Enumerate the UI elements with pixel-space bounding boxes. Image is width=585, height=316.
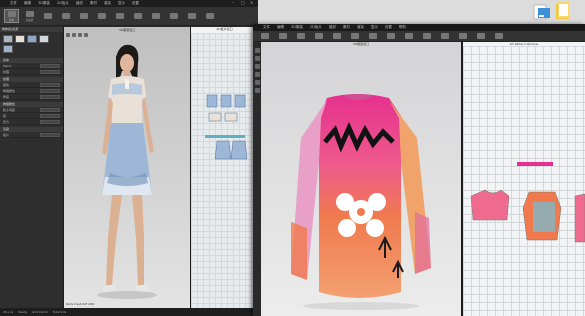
- property-field[interactable]: [40, 113, 60, 118]
- status-text: Total 0.0s: [52, 310, 67, 314]
- property-row: 板片: [0, 132, 63, 138]
- 3d-garment-viewport[interactable]: 3D服装窗口: [64, 27, 190, 308]
- left-tool-strip: [253, 42, 261, 316]
- menu-item[interactable]: 编辑: [24, 1, 31, 6]
- tool-icon[interactable]: [254, 48, 260, 53]
- toolbar-button[interactable]: [202, 9, 217, 23]
- toolbar-button[interactable]: [383, 29, 398, 43]
- folder-icon[interactable]: [555, 2, 571, 20]
- window-controls: – □ ×: [232, 1, 254, 5]
- toolbar-label: 高品质: [25, 18, 34, 22]
- menu-item[interactable]: 渲染: [104, 1, 111, 6]
- pattern-pieces[interactable]: [191, 27, 258, 308]
- status-text: Grid 10mm: [32, 310, 48, 314]
- toolbar-button[interactable]: [112, 9, 127, 23]
- toolbar-button[interactable]: [293, 29, 308, 43]
- toolbar-button[interactable]: [166, 9, 181, 23]
- property-field[interactable]: [40, 88, 60, 93]
- menu-item[interactable]: 显示: [118, 1, 125, 6]
- toolbar-button[interactable]: [473, 29, 488, 43]
- menu-item[interactable]: 2D板片: [57, 1, 69, 6]
- property-field[interactable]: [40, 69, 60, 74]
- fabric-swatch[interactable]: [39, 35, 49, 43]
- toolbar-button[interactable]: [76, 9, 91, 23]
- minimize-icon[interactable]: –: [232, 1, 236, 5]
- toolbar-button[interactable]: [130, 9, 145, 23]
- status-text: Ready: [18, 310, 28, 314]
- toolbar-button[interactable]: [184, 9, 199, 23]
- tool-icon[interactable]: [254, 88, 260, 93]
- toolbar-button[interactable]: [365, 29, 380, 43]
- status-bar: V6.x.xx Ready Grid 10mm Total 0.0s: [0, 308, 258, 316]
- tool-icon[interactable]: [254, 80, 260, 85]
- avatar-3d-model[interactable]: [64, 27, 190, 308]
- property-label: 粒子间距: [3, 107, 16, 112]
- property-field[interactable]: [40, 63, 60, 68]
- tool-icon[interactable]: [254, 72, 260, 77]
- fabric-swatch[interactable]: [15, 35, 25, 43]
- property-label: 压力: [3, 119, 10, 124]
- 2d-pattern-window[interactable]: 2D板片窗口: [190, 27, 258, 308]
- toolbar-button[interactable]: [491, 29, 506, 43]
- clo3d-window-right: 文件 编辑 3D服装 2D板片 缝纫 素材 渲染 显示 设置 帮助 3D服装窗口: [253, 24, 585, 316]
- property-field[interactable]: [40, 94, 60, 99]
- toolbar-button[interactable]: [58, 9, 73, 23]
- property-label: 厚度: [3, 94, 10, 99]
- property-field[interactable]: [40, 132, 60, 137]
- tool-icon[interactable]: [254, 56, 260, 61]
- toolbar-button[interactable]: [437, 29, 452, 43]
- toolbar-button[interactable]: [40, 9, 55, 23]
- toolbar-button[interactable]: [148, 9, 163, 23]
- fabric-swatch[interactable]: [27, 35, 37, 43]
- desktop-file-icon[interactable]: [533, 4, 551, 20]
- viewport-footer: Pants Crash DAT 2021: [66, 303, 95, 306]
- property-label: Fabric: [3, 63, 12, 68]
- menu-item[interactable]: 文件: [10, 1, 17, 6]
- menu-item[interactable]: 3D服装: [38, 1, 50, 6]
- toolbar-button[interactable]: [311, 29, 326, 43]
- property-row: 纹理: [0, 69, 63, 75]
- property-row: 压力: [0, 119, 63, 125]
- property-field[interactable]: [40, 119, 60, 124]
- property-row: 厚度: [0, 94, 63, 100]
- property-label: 层: [3, 113, 7, 118]
- toolbar-button[interactable]: [275, 29, 290, 43]
- property-label: 纹理: [3, 69, 10, 74]
- toolbar-button[interactable]: [347, 29, 362, 43]
- maximize-icon[interactable]: □: [241, 1, 245, 5]
- property-field[interactable]: [40, 107, 60, 112]
- status-text: V6.x.xx: [3, 310, 14, 314]
- toolbar-button[interactable]: [419, 29, 434, 43]
- main-toolbar: [253, 31, 585, 42]
- menu-bar: 文件 编辑 3D服装 2D板片 缝纫 素材 渲染 显示 设置: [0, 0, 258, 7]
- toolbar-button[interactable]: [329, 29, 344, 43]
- menu-item[interactable]: 素材: [90, 1, 97, 6]
- close-icon[interactable]: ×: [250, 1, 254, 5]
- main-toolbar: 模拟 高品质: [0, 7, 258, 26]
- property-field[interactable]: [40, 82, 60, 87]
- fabric-swatches: [0, 32, 63, 56]
- property-label: 板片: [3, 132, 10, 137]
- toolbar-button[interactable]: [455, 29, 470, 43]
- simulate-button[interactable]: 模拟: [4, 9, 19, 23]
- fabric-swatch[interactable]: [3, 45, 13, 53]
- 3d-garment-viewport[interactable]: 3D服装窗口: [261, 42, 461, 316]
- fabric-swatch[interactable]: [3, 35, 13, 43]
- toolbar-button[interactable]: [401, 29, 416, 43]
- toolbar-button[interactable]: [257, 29, 272, 43]
- property-label: 颜色: [3, 82, 10, 87]
- toolbar-button[interactable]: [94, 9, 109, 23]
- menu-item[interactable]: 设置: [132, 1, 139, 6]
- shirt-3d-model[interactable]: [261, 42, 461, 316]
- object-browser-panel: 物体窗/资源 基本 Fabric 纹理 纹理 颜色 物理属性 厚度 物理属性 粒…: [0, 27, 64, 308]
- menu-item[interactable]: 缝纫: [76, 1, 83, 6]
- property-label: 物理属性: [3, 88, 16, 93]
- 2d-pattern-window[interactable]: 2D Pattern Window: [461, 42, 585, 316]
- toolbar-label: 模拟: [8, 18, 15, 22]
- clo3d-window-left: 文件 编辑 3D服装 2D板片 缝纫 素材 渲染 显示 设置 – □ × 模拟 …: [0, 0, 258, 316]
- high-quality-button[interactable]: 高品质: [22, 9, 37, 23]
- tool-icon[interactable]: [254, 64, 260, 69]
- pattern-pieces[interactable]: [463, 42, 585, 316]
